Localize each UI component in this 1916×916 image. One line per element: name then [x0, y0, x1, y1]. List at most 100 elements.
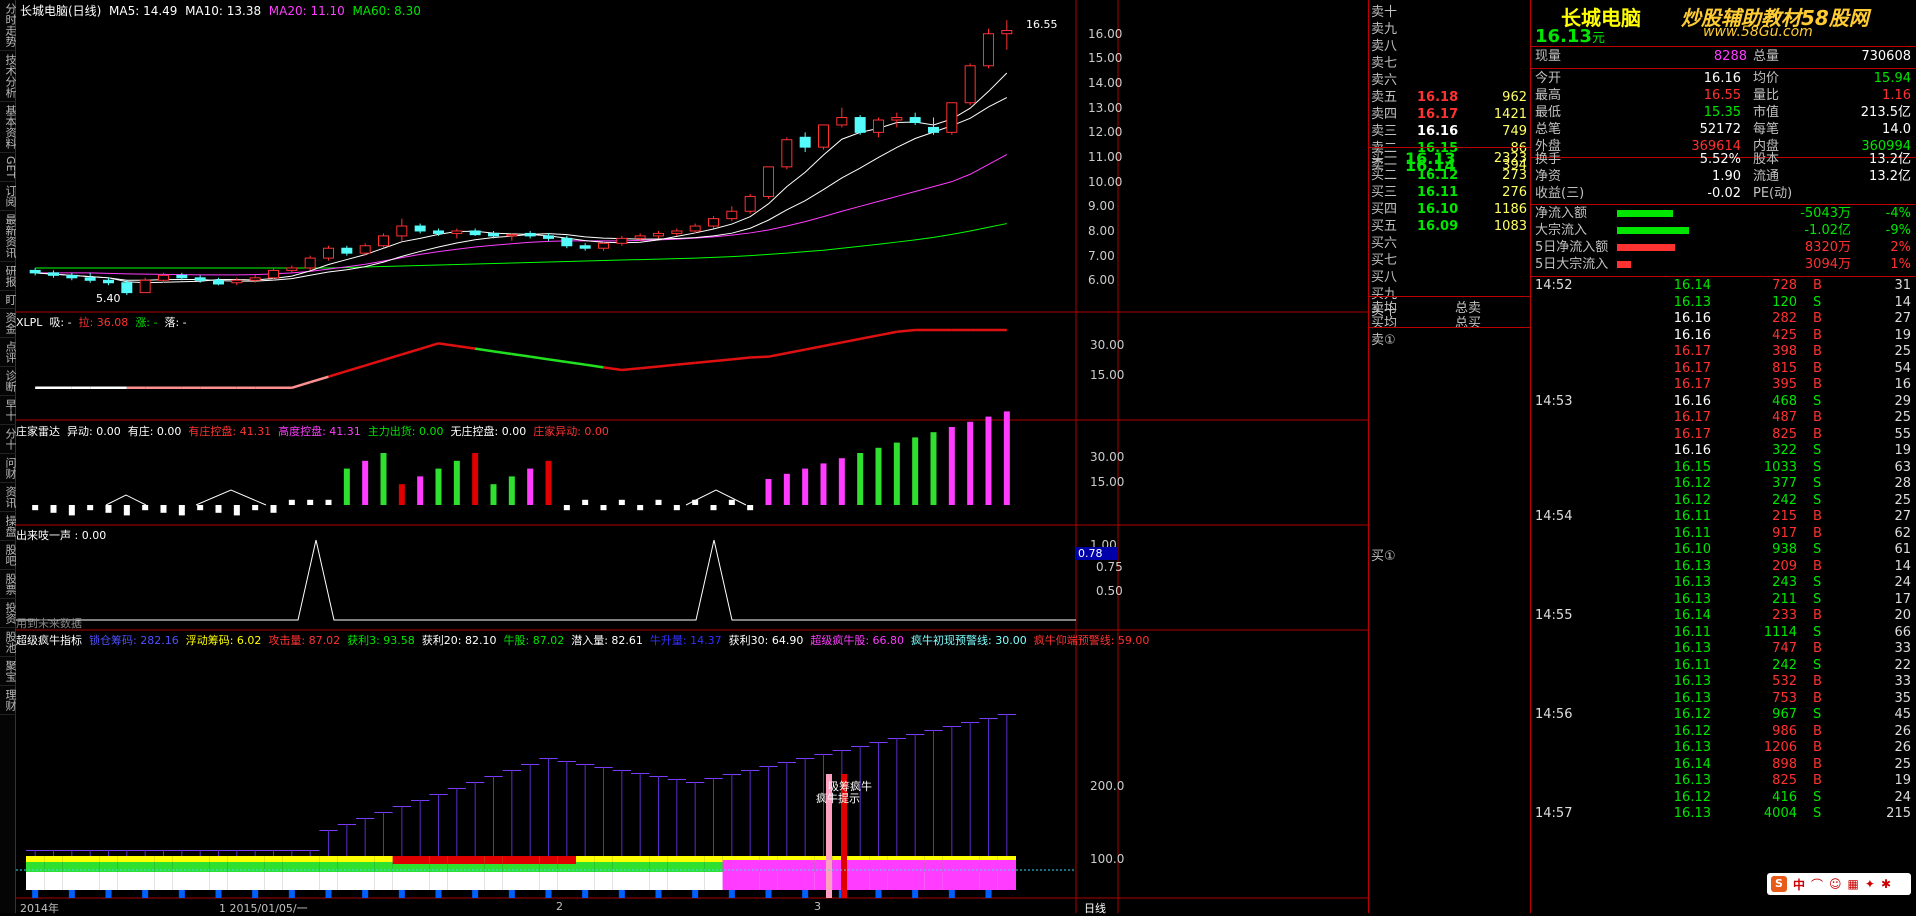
side-tab[interactable]: 股池	[0, 628, 17, 658]
ask-row[interactable]: 卖六	[1369, 72, 1531, 89]
ime-skin-icon[interactable]: ✦	[1865, 877, 1875, 891]
tick-row[interactable]: 14:57 16.13 4004 S 215	[1531, 806, 1916, 823]
bull-fill	[777, 860, 796, 890]
tick-row[interactable]: 16.13 753 B 35	[1531, 691, 1916, 708]
input-method-toolbar[interactable]: S 中 ⌒ ☺ ▦ ✦ ✱	[1767, 873, 1911, 895]
side-tab[interactable]: 操盘	[0, 512, 17, 542]
radar-bar	[582, 499, 589, 505]
side-tab[interactable]: 理财	[0, 686, 17, 716]
side-tab[interactable]: 投资	[0, 599, 17, 629]
tick-row[interactable]: 16.12 242 S 25	[1531, 493, 1916, 510]
xlpl-segment	[878, 330, 898, 337]
side-tab[interactable]: 早十	[0, 396, 17, 426]
tick-row[interactable]: 16.16 282 B 27	[1531, 311, 1916, 328]
tick-row[interactable]: 16.10 938 S 61	[1531, 542, 1916, 559]
tick-row[interactable]: 16.15 1033 S 63	[1531, 460, 1916, 477]
tick-row[interactable]: 16.16 322 S 19	[1531, 443, 1916, 460]
ask-row[interactable]: 卖八	[1369, 38, 1531, 55]
tick-row[interactable]: 16.12 986 B 26	[1531, 724, 1916, 741]
tick-row[interactable]: 16.13 120 S 14	[1531, 295, 1916, 312]
side-tab[interactable]: GET	[0, 153, 17, 183]
xlpl-segment	[493, 350, 513, 356]
candle-body	[194, 277, 206, 281]
bid-row[interactable]: 买三 16.11 276	[1369, 184, 1531, 201]
tick-row[interactable]: 16.17 825 B 55	[1531, 427, 1916, 444]
bid-row[interactable]: 买一 16.13 2323	[1369, 150, 1531, 167]
tick-row[interactable]: 16.13 243 S 24	[1531, 575, 1916, 592]
ime-chinese-icon[interactable]: 中	[1793, 876, 1805, 893]
tick-row[interactable]: 16.12 416 S 24	[1531, 790, 1916, 807]
tick-row[interactable]: 14:53 16.16 468 S 29	[1531, 394, 1916, 411]
bull-base	[508, 890, 515, 898]
tick-row[interactable]: 14:52 16.14 728 B 31	[1531, 278, 1916, 295]
ask-row[interactable]: 卖七	[1369, 55, 1531, 72]
side-tab[interactable]: 股吧	[0, 541, 17, 571]
side-tab[interactable]: 聚宝	[0, 657, 17, 687]
ime-emoji-icon[interactable]: ☺	[1829, 877, 1842, 891]
tick-row[interactable]: 16.14 898 B 25	[1531, 757, 1916, 774]
tick-list[interactable]: 14:52 16.14 728 B 31 16.13 120 S 14 16.16 282 B 27 16…	[1531, 278, 1916, 823]
period-label[interactable]: 日线	[1084, 900, 1106, 916]
tick-row[interactable]: 16.13 825 B 19	[1531, 773, 1916, 790]
ask-row[interactable]: 卖五 16.18 962	[1369, 89, 1531, 106]
ime-keyboard-icon[interactable]: ▦	[1848, 877, 1859, 891]
tick-row[interactable]: 14:54 16.11 215 B 27	[1531, 509, 1916, 526]
tick-row[interactable]: 16.13 747 B 33	[1531, 641, 1916, 658]
side-tab[interactable]: 资讯	[0, 483, 17, 513]
bid-row[interactable]: 买七	[1369, 252, 1531, 269]
bid-row[interactable]: 买四 16.10 1186	[1369, 201, 1531, 218]
ime-punct-icon[interactable]: ⌒	[1811, 876, 1823, 893]
tick-row[interactable]: 16.17 487 B 25	[1531, 410, 1916, 427]
side-tab[interactable]: 分十	[0, 425, 17, 455]
tick-row[interactable]: 16.16 425 B 19	[1531, 328, 1916, 345]
tick-row[interactable]: 16.17 395 B 16	[1531, 377, 1916, 394]
side-tab[interactable]: 资金	[0, 309, 17, 339]
tick-row[interactable]: 16.13 1206 B 26	[1531, 740, 1916, 757]
bid-row[interactable]: 买八	[1369, 269, 1531, 286]
tick-row[interactable]: 14:55 16.14 233 B 20	[1531, 608, 1916, 625]
radar-bar	[1003, 411, 1010, 505]
side-tab[interactable]: 盯	[0, 291, 17, 310]
tick-row[interactable]: 16.12 377 S 28	[1531, 476, 1916, 493]
side-tab[interactable]: 基本资料	[0, 102, 17, 153]
bull-fill	[81, 872, 100, 890]
bull-fill	[649, 872, 668, 890]
side-tab[interactable]: 诊断	[0, 367, 17, 397]
p2-axis-mid: 15.00	[1090, 475, 1125, 489]
bid-row[interactable]: 买六	[1369, 235, 1531, 252]
radar-bar	[948, 427, 955, 505]
bull-fill	[997, 860, 1016, 890]
side-tab[interactable]: 问财	[0, 454, 17, 484]
ask-row[interactable]: 卖九	[1369, 21, 1531, 38]
side-tab[interactable]: 点评	[0, 338, 17, 368]
chart-area[interactable]: 长城电脑(日线) MA5: 14.49 MA10: 13.38 MA20: 11…	[16, 0, 1368, 916]
tick-row[interactable]: 14:56 16.12 967 S 45	[1531, 707, 1916, 724]
tick-row[interactable]: 16.13 209 B 14	[1531, 559, 1916, 576]
candle-body	[213, 279, 224, 285]
bid-row[interactable]: 买二 16.12 273	[1369, 167, 1531, 184]
kline-chart[interactable]	[16, 0, 1368, 913]
tick-row[interactable]: 16.11 1114 S 66	[1531, 625, 1916, 642]
ime-settings-icon[interactable]: ✱	[1881, 877, 1891, 891]
ime-logo-icon[interactable]: S	[1771, 876, 1787, 892]
tick-row[interactable]: 16.11 917 B 62	[1531, 526, 1916, 543]
bid-row[interactable]: 买五 16.09 1083	[1369, 218, 1531, 235]
tick-row[interactable]: 16.13 211 S 17	[1531, 592, 1916, 609]
bull-fill	[172, 872, 191, 890]
bull-name: 超级疯牛指标	[16, 634, 82, 647]
ask-row[interactable]: 卖十	[1369, 4, 1531, 21]
side-tab[interactable]: 分时走势	[0, 0, 17, 51]
tick-row[interactable]: 16.11 242 S 22	[1531, 658, 1916, 675]
side-tab[interactable]: 股票	[0, 570, 17, 600]
ask-row[interactable]: 卖三 16.16 749	[1369, 123, 1531, 140]
bull-base	[545, 890, 552, 898]
side-tab[interactable]: 订阅	[0, 182, 17, 212]
side-tab[interactable]: 最新资讯	[0, 211, 17, 263]
side-tab[interactable]: 技术分析	[0, 51, 17, 102]
tick-row[interactable]: 16.17 815 B 54	[1531, 361, 1916, 378]
tick-row[interactable]: 16.17 398 B 25	[1531, 344, 1916, 361]
bull-base	[142, 890, 149, 898]
side-tab[interactable]: 研报	[0, 262, 17, 292]
ask-row[interactable]: 卖四 16.17 1421	[1369, 106, 1531, 123]
tick-row[interactable]: 16.13 532 B 33	[1531, 674, 1916, 691]
